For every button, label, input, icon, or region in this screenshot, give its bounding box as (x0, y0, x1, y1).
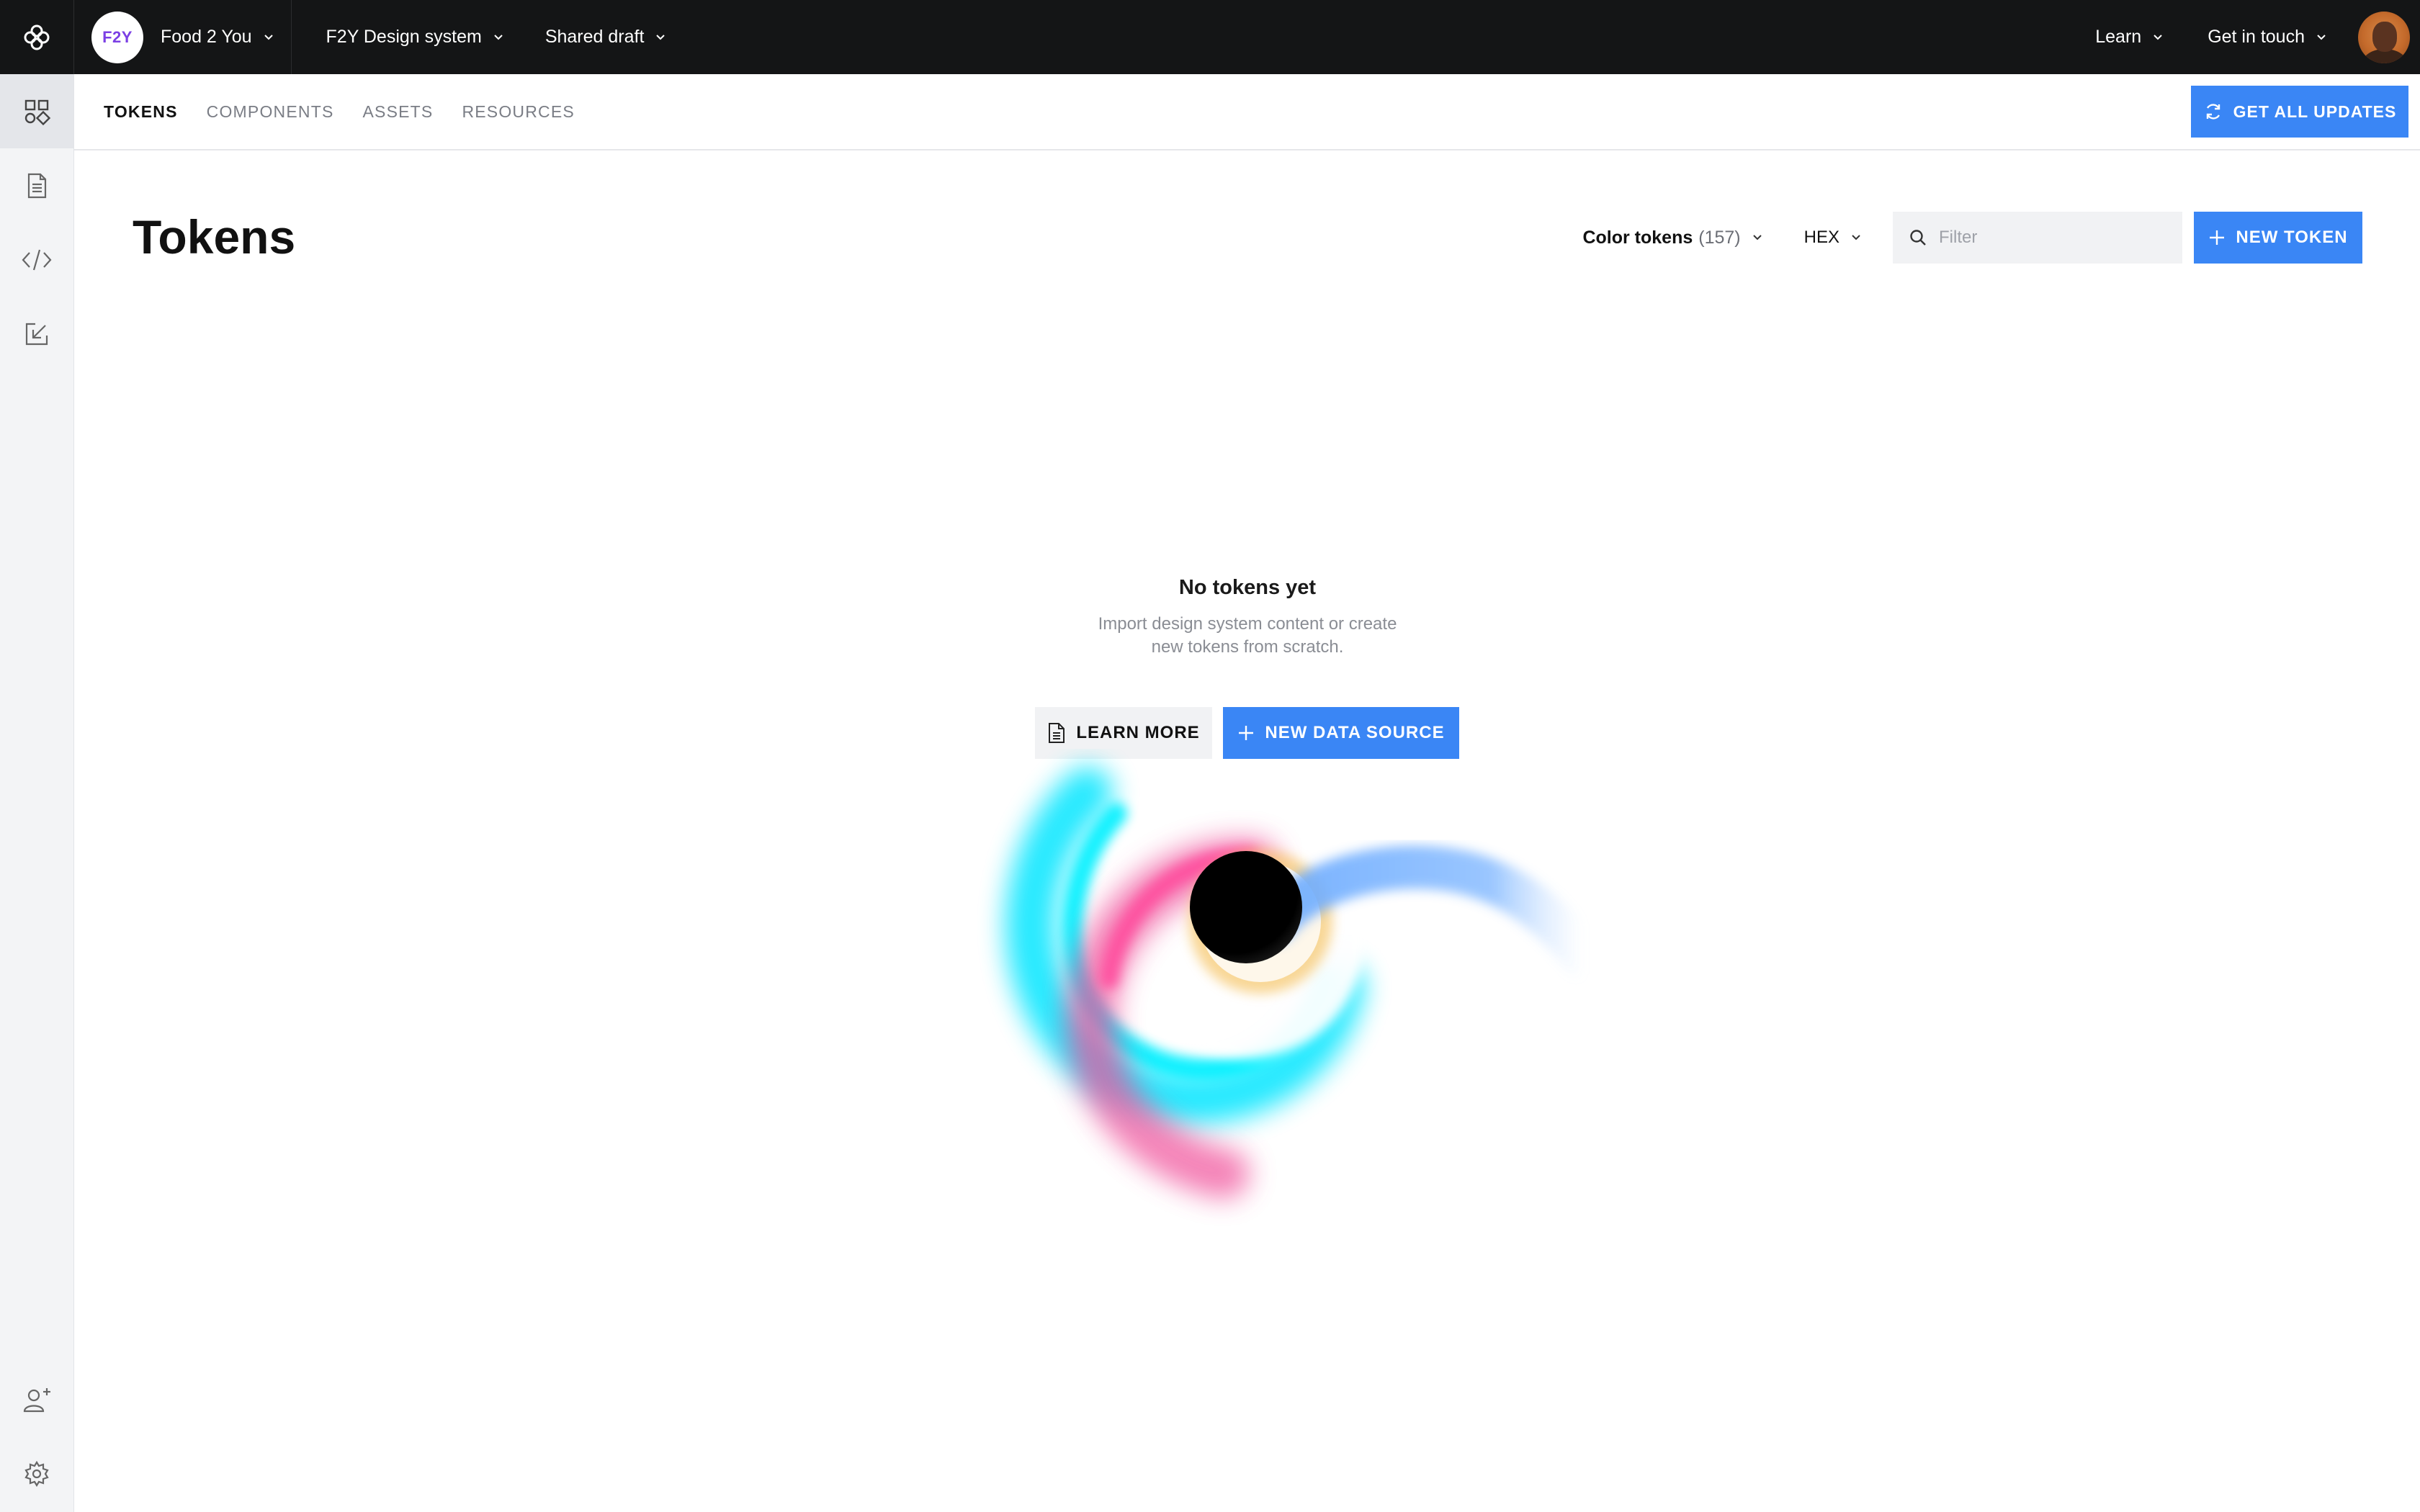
learn-label: Learn (2095, 27, 2142, 47)
chevron-down-icon (2153, 34, 2163, 41)
color-format-label: HEX (1803, 228, 1839, 247)
sub-navigation: TOKENS COMPONENTS ASSETS RESOURCES GET A… (74, 74, 2420, 150)
top-right-group: Learn Get in touch (2095, 0, 2420, 74)
get-all-updates-label: GET ALL UPDATES (2233, 102, 2397, 121)
grid-shapes-icon (24, 99, 51, 125)
plus-icon (1239, 726, 1254, 740)
new-data-source-label: NEW DATA SOURCE (1265, 723, 1445, 742)
version-label: Shared draft (544, 27, 645, 47)
design-system-dropdown[interactable]: F2Y Design system (326, 27, 503, 48)
workspace-badge: F2Y (91, 11, 143, 63)
rail-item-settings[interactable] (0, 1436, 73, 1511)
top-bar: F2Y Food 2 You F2Y Design system Shared … (0, 0, 2420, 74)
rail-item-tokens[interactable] (0, 74, 73, 148)
rail-item-import[interactable] (0, 297, 73, 371)
add-user-icon (23, 1387, 50, 1412)
page-title: Tokens (133, 210, 296, 264)
plus-icon (2210, 230, 2225, 245)
design-system-label: F2Y Design system (326, 27, 482, 47)
tab-tokens[interactable]: TOKENS (104, 102, 178, 122)
token-controls: Color tokens (157) HEX Filter NEW TOKEN (1582, 212, 2362, 264)
color-format-dropdown[interactable]: HEX (1804, 228, 1861, 248)
token-type-dropdown[interactable]: Color tokens (157) (1582, 228, 1762, 248)
empty-state-illustration (1005, 767, 1606, 1199)
workspace-name: Food 2 You (161, 27, 252, 47)
refresh-icon (2206, 104, 2220, 120)
import-arrow-icon (25, 323, 48, 345)
avatar-face (2372, 21, 2397, 52)
chevron-down-icon (493, 34, 503, 41)
tab-assets[interactable]: ASSETS (362, 102, 433, 122)
new-token-label: NEW TOKEN (2236, 228, 2348, 247)
new-token-button[interactable]: NEW TOKEN (2194, 212, 2362, 264)
rail-item-documentation[interactable] (0, 148, 73, 222)
user-avatar[interactable] (2358, 11, 2410, 63)
token-count: (157) (1698, 227, 1741, 248)
filter-field[interactable] (1893, 212, 2182, 264)
chevron-down-icon (264, 34, 274, 41)
learn-dropdown[interactable]: Learn (2095, 27, 2163, 48)
rail-item-code[interactable] (0, 222, 73, 297)
empty-state: No tokens yet Import design system conte… (1031, 576, 1464, 659)
left-rail (0, 74, 74, 1512)
empty-state-title: No tokens yet (1178, 576, 1317, 599)
empty-state-description: Import design system content or create n… (1098, 614, 1397, 657)
rail-item-invite-user[interactable] (0, 1362, 73, 1436)
app-logo[interactable] (0, 0, 74, 74)
gear-icon (24, 1460, 49, 1487)
get-in-touch-label: Get in touch (2208, 27, 2305, 47)
filter-input[interactable] (1937, 227, 2171, 248)
app-window: F2Y Food 2 You F2Y Design system Shared … (0, 0, 2420, 1512)
document-icon (1049, 723, 1065, 743)
chevron-down-icon (1752, 234, 1762, 241)
version-dropdown[interactable]: Shared draft (545, 27, 666, 48)
section-tabs: TOKENS COMPONENTS ASSETS RESOURCES (104, 102, 604, 122)
tab-resources[interactable]: RESOURCES (462, 102, 575, 122)
workspace-switcher[interactable]: F2Y Food 2 You (74, 0, 292, 74)
chevron-down-icon (1851, 234, 1861, 241)
chevron-down-icon (655, 34, 666, 41)
get-in-touch-dropdown[interactable]: Get in touch (2208, 27, 2326, 48)
black-orb (1190, 851, 1302, 963)
document-icon (27, 173, 47, 198)
tab-components[interactable]: COMPONENTS (207, 102, 334, 122)
token-type-label: Color tokens (1582, 227, 1693, 248)
get-all-updates-button[interactable]: GET ALL UPDATES (2191, 86, 2408, 138)
chevron-down-icon (2316, 34, 2326, 41)
search-icon (1910, 230, 1926, 246)
logo-icon (24, 24, 50, 50)
learn-more-label: LEARN MORE (1076, 723, 1200, 742)
code-icon (22, 249, 52, 270)
